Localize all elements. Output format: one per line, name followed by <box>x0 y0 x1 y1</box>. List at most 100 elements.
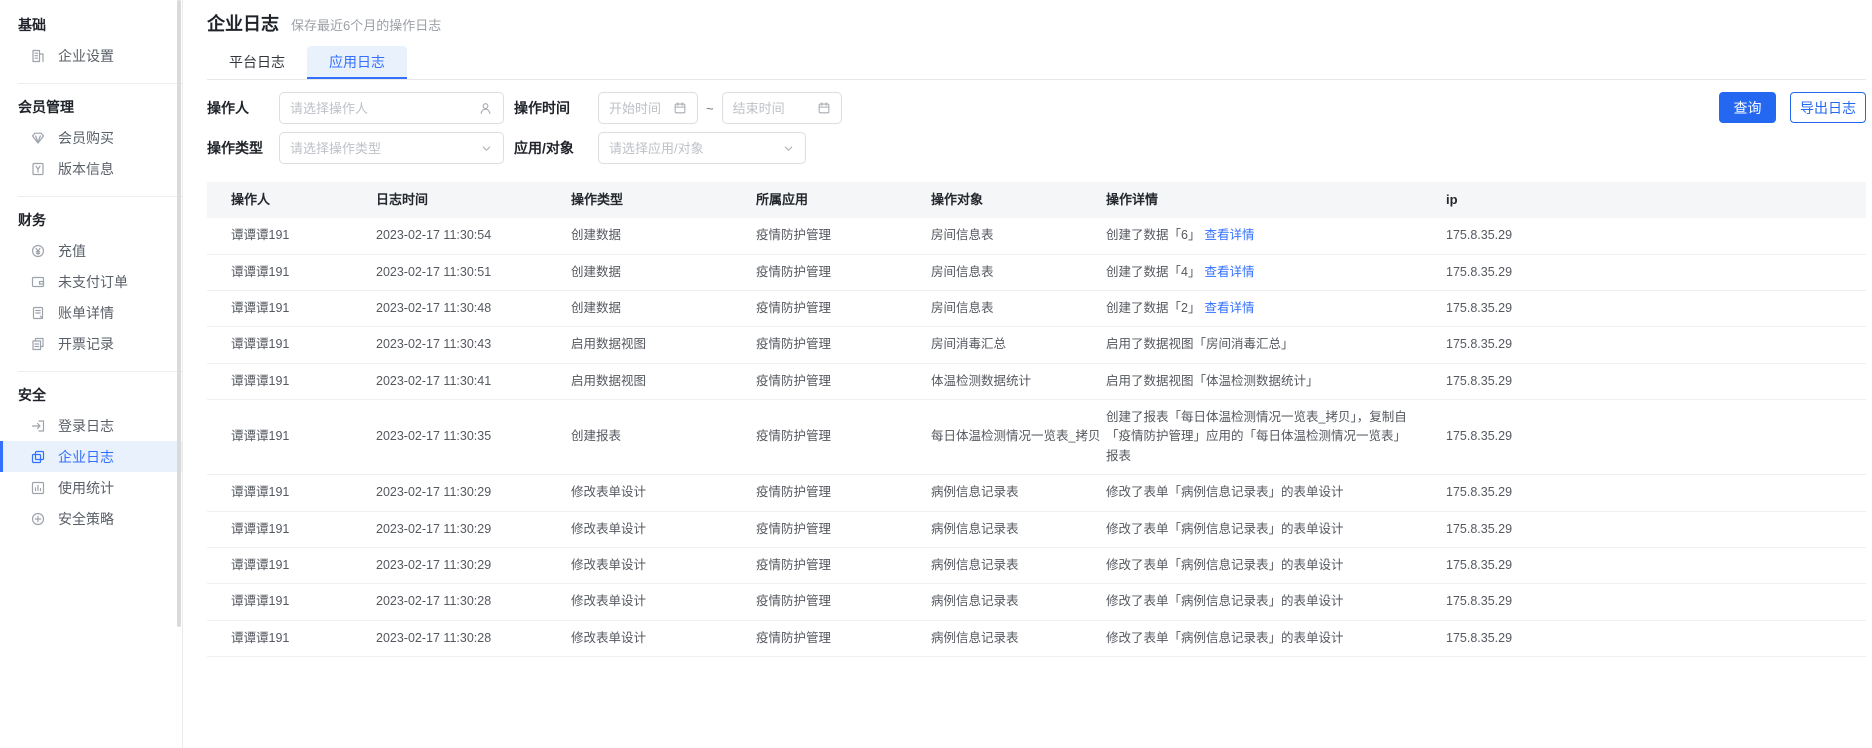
view-details-link[interactable]: 查看详情 <box>1204 265 1254 279</box>
table-row: 谭谭谭191 2023-02-17 11:30:28 修改表单设计 疫情防护管理… <box>207 621 1866 657</box>
export-logs-button[interactable]: 导出日志 <box>1790 92 1866 123</box>
type-input[interactable] <box>290 141 480 156</box>
operator-input[interactable] <box>290 101 478 116</box>
cell-app: 疫情防护管理 <box>732 364 907 399</box>
cell-app: 疫情防护管理 <box>732 621 907 656</box>
main-content: 企业日志 保存最近6个月的操作日志 平台日志 应用日志 操作人 操作时间 <box>183 0 1872 748</box>
operator-label: 操作人 <box>207 98 279 118</box>
sidebar-item-label: 充值 <box>58 241 86 261</box>
cell-detail: 创建了数据「2」查看详情 <box>1082 291 1422 326</box>
cell-ip: 175.8.35.29 <box>1422 512 1866 547</box>
end-time-input[interactable] <box>733 101 817 116</box>
start-time-input[interactable] <box>609 101 673 116</box>
cell-ip: 175.8.35.29 <box>1422 621 1866 656</box>
sidebar-item-bill-details[interactable]: 账单详情 <box>0 297 182 328</box>
tab-platform-logs[interactable]: 平台日志 <box>207 46 307 79</box>
cell-app: 疫情防护管理 <box>732 255 907 290</box>
unpaid-order-icon <box>30 274 46 290</box>
sidebar-section-basic: 基础 <box>0 14 182 36</box>
cell-app: 疫情防护管理 <box>732 475 907 510</box>
sidebar-item-version-info[interactable]: 版本信息 <box>0 153 182 184</box>
cell-object: 体温检测数据统计 <box>907 364 1082 399</box>
cell-log-time: 2023-02-17 11:30:28 <box>352 621 547 656</box>
sidebar-divider <box>18 196 182 197</box>
cell-object: 病例信息记录表 <box>907 548 1082 583</box>
sidebar-scrollbar[interactable] <box>177 0 181 627</box>
sidebar-item-enterprise-logs[interactable]: 企业日志 <box>0 441 182 472</box>
app-root: 基础 企业设置 会员管理 会员购买 版本信息 财务 充 <box>0 0 1872 748</box>
calendar-icon <box>673 101 687 115</box>
sidebar-item-security-policy[interactable]: 安全策略 <box>0 503 182 534</box>
sidebar-item-invoice-records[interactable]: 开票记录 <box>0 328 182 359</box>
sidebar-divider <box>18 371 182 372</box>
app-object-input[interactable] <box>609 141 782 156</box>
sidebar-item-label: 安全策略 <box>58 509 114 529</box>
filter-actions: 查询 导出日志 <box>1719 92 1866 123</box>
cell-operator: 谭谭谭191 <box>207 218 352 253</box>
cell-log-time: 2023-02-17 11:30:54 <box>352 218 547 253</box>
cell-log-time: 2023-02-17 11:30:48 <box>352 291 547 326</box>
table-row: 谭谭谭191 2023-02-17 11:30:29 修改表单设计 疫情防护管理… <box>207 548 1866 584</box>
detail-text: 创建了数据「2」 <box>1106 301 1200 315</box>
sidebar-item-label: 未支付订单 <box>58 272 128 292</box>
query-button[interactable]: 查询 <box>1719 92 1776 123</box>
cell-detail: 启用了数据视图「体温检测数据统计」 <box>1082 364 1422 399</box>
tab-app-logs[interactable]: 应用日志 <box>307 46 407 79</box>
detail-text: 修改了表单「病例信息记录表」的表单设计 <box>1106 485 1344 499</box>
sidebar-item-label: 会员购买 <box>58 128 114 148</box>
membership-icon <box>30 130 46 146</box>
chevron-down-icon <box>782 142 795 155</box>
sidebar: 基础 企业设置 会员管理 会员购买 版本信息 财务 充 <box>0 0 183 748</box>
table-body: 谭谭谭191 2023-02-17 11:30:54 创建数据 疫情防护管理 房… <box>207 218 1866 657</box>
cell-ip: 175.8.35.29 <box>1422 327 1866 362</box>
detail-text: 启用了数据视图「房间消毒汇总」 <box>1106 337 1294 351</box>
sidebar-item-membership-purchase[interactable]: 会员购买 <box>0 122 182 153</box>
sidebar-item-unpaid-orders[interactable]: 未支付订单 <box>0 266 182 297</box>
cell-object: 房间信息表 <box>907 255 1082 290</box>
sidebar-item-login-logs[interactable]: 登录日志 <box>0 410 182 441</box>
sidebar-item-label: 企业设置 <box>58 46 114 66</box>
cell-operation-type: 启用数据视图 <box>547 327 732 362</box>
cell-operator: 谭谭谭191 <box>207 327 352 362</box>
start-time-picker[interactable] <box>598 92 698 124</box>
filter-row-1: 操作人 操作时间 ~ <box>207 92 1866 124</box>
table-row: 谭谭谭191 2023-02-17 11:30:41 启用数据视图 疫情防护管理… <box>207 364 1866 400</box>
sidebar-item-label: 企业日志 <box>58 447 114 467</box>
logs-table: 操作人 日志时间 操作类型 所属应用 操作对象 操作详情 ip 谭谭谭191 2… <box>207 182 1866 657</box>
cell-log-time: 2023-02-17 11:30:28 <box>352 584 547 619</box>
view-details-link[interactable]: 查看详情 <box>1204 301 1254 315</box>
cell-detail: 修改了表单「病例信息记录表」的表单设计 <box>1082 475 1422 510</box>
bill-detail-icon <box>30 305 46 321</box>
cell-ip: 175.8.35.29 <box>1422 475 1866 510</box>
cell-ip: 175.8.35.29 <box>1422 218 1866 253</box>
sidebar-item-label: 使用统计 <box>58 478 114 498</box>
end-time-picker[interactable] <box>722 92 842 124</box>
operator-select[interactable] <box>279 92 504 124</box>
cell-ip: 175.8.35.29 <box>1422 255 1866 290</box>
type-select[interactable] <box>279 132 504 164</box>
detail-text: 启用了数据视图「体温检测数据统计」 <box>1106 374 1319 388</box>
cell-app: 疫情防护管理 <box>732 218 907 253</box>
org-settings-icon <box>30 48 46 64</box>
cell-object: 病例信息记录表 <box>907 621 1082 656</box>
detail-text: 创建了数据「6」 <box>1106 228 1200 242</box>
sidebar-section-security: 安全 <box>0 384 182 406</box>
app-object-select[interactable] <box>598 132 806 164</box>
table-row: 谭谭谭191 2023-02-17 11:30:35 创建报表 疫情防护管理 每… <box>207 400 1866 475</box>
cell-operation-type: 修改表单设计 <box>547 475 732 510</box>
col-app: 所属应用 <box>732 182 907 218</box>
cell-detail: 创建了数据「4」查看详情 <box>1082 255 1422 290</box>
sidebar-item-label: 开票记录 <box>58 334 114 354</box>
sidebar-item-org-settings[interactable]: 企业设置 <box>0 40 182 71</box>
cell-operator: 谭谭谭191 <box>207 255 352 290</box>
sidebar-section-finance: 财务 <box>0 209 182 231</box>
cell-detail: 修改了表单「病例信息记录表」的表单设计 <box>1082 548 1422 583</box>
sidebar-item-usage-stats[interactable]: 使用统计 <box>0 472 182 503</box>
sidebar-item-recharge[interactable]: 充值 <box>0 235 182 266</box>
view-details-link[interactable]: 查看详情 <box>1204 228 1254 242</box>
table-row: 谭谭谭191 2023-02-17 11:30:48 创建数据 疫情防护管理 房… <box>207 291 1866 327</box>
filter-row-2: 操作类型 应用/对象 <box>207 132 1866 164</box>
cell-object: 每日体温检测情况一览表_拷贝 <box>907 419 1082 454</box>
detail-text: 修改了表单「病例信息记录表」的表单设计 <box>1106 558 1344 572</box>
table-row: 谭谭谭191 2023-02-17 11:30:43 启用数据视图 疫情防护管理… <box>207 327 1866 363</box>
